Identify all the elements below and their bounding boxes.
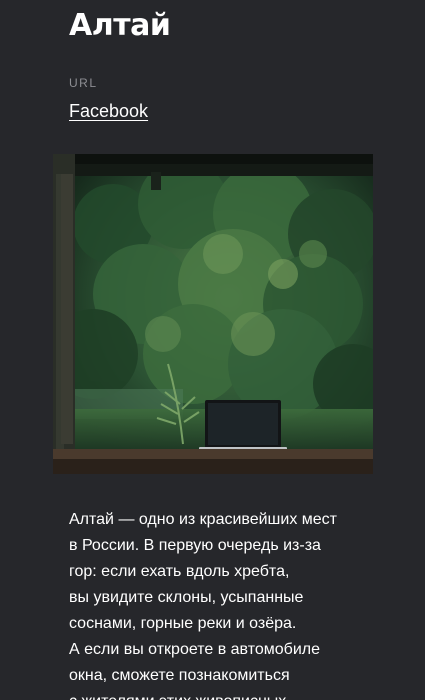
description-line: соснами, горные реки и озёра. xyxy=(69,615,297,632)
description-line: в России. В первую очередь из-за xyxy=(69,537,321,554)
photo-illustration xyxy=(53,154,373,474)
page-title: Алтай xyxy=(69,8,171,43)
description-line: А если вы откроете в автомобиле xyxy=(69,641,320,658)
description-line: Алтай — одно из красивейших мест xyxy=(69,511,337,528)
description-line: вы увидите склоны, усыпанные xyxy=(69,589,304,606)
url-label: URL xyxy=(69,76,98,90)
description-line: с жителями этих живописных xyxy=(69,689,369,700)
description-line: окна, сможете познакомиться xyxy=(69,667,290,684)
description-line: гор: если ехать вдоль хребта, xyxy=(69,563,290,580)
description-text: Алтай — одно из красивейших мест в Росси… xyxy=(69,507,369,700)
forest-laptop-photo xyxy=(53,154,373,474)
facebook-link[interactable]: Facebook xyxy=(69,99,148,123)
laptop xyxy=(199,400,287,452)
